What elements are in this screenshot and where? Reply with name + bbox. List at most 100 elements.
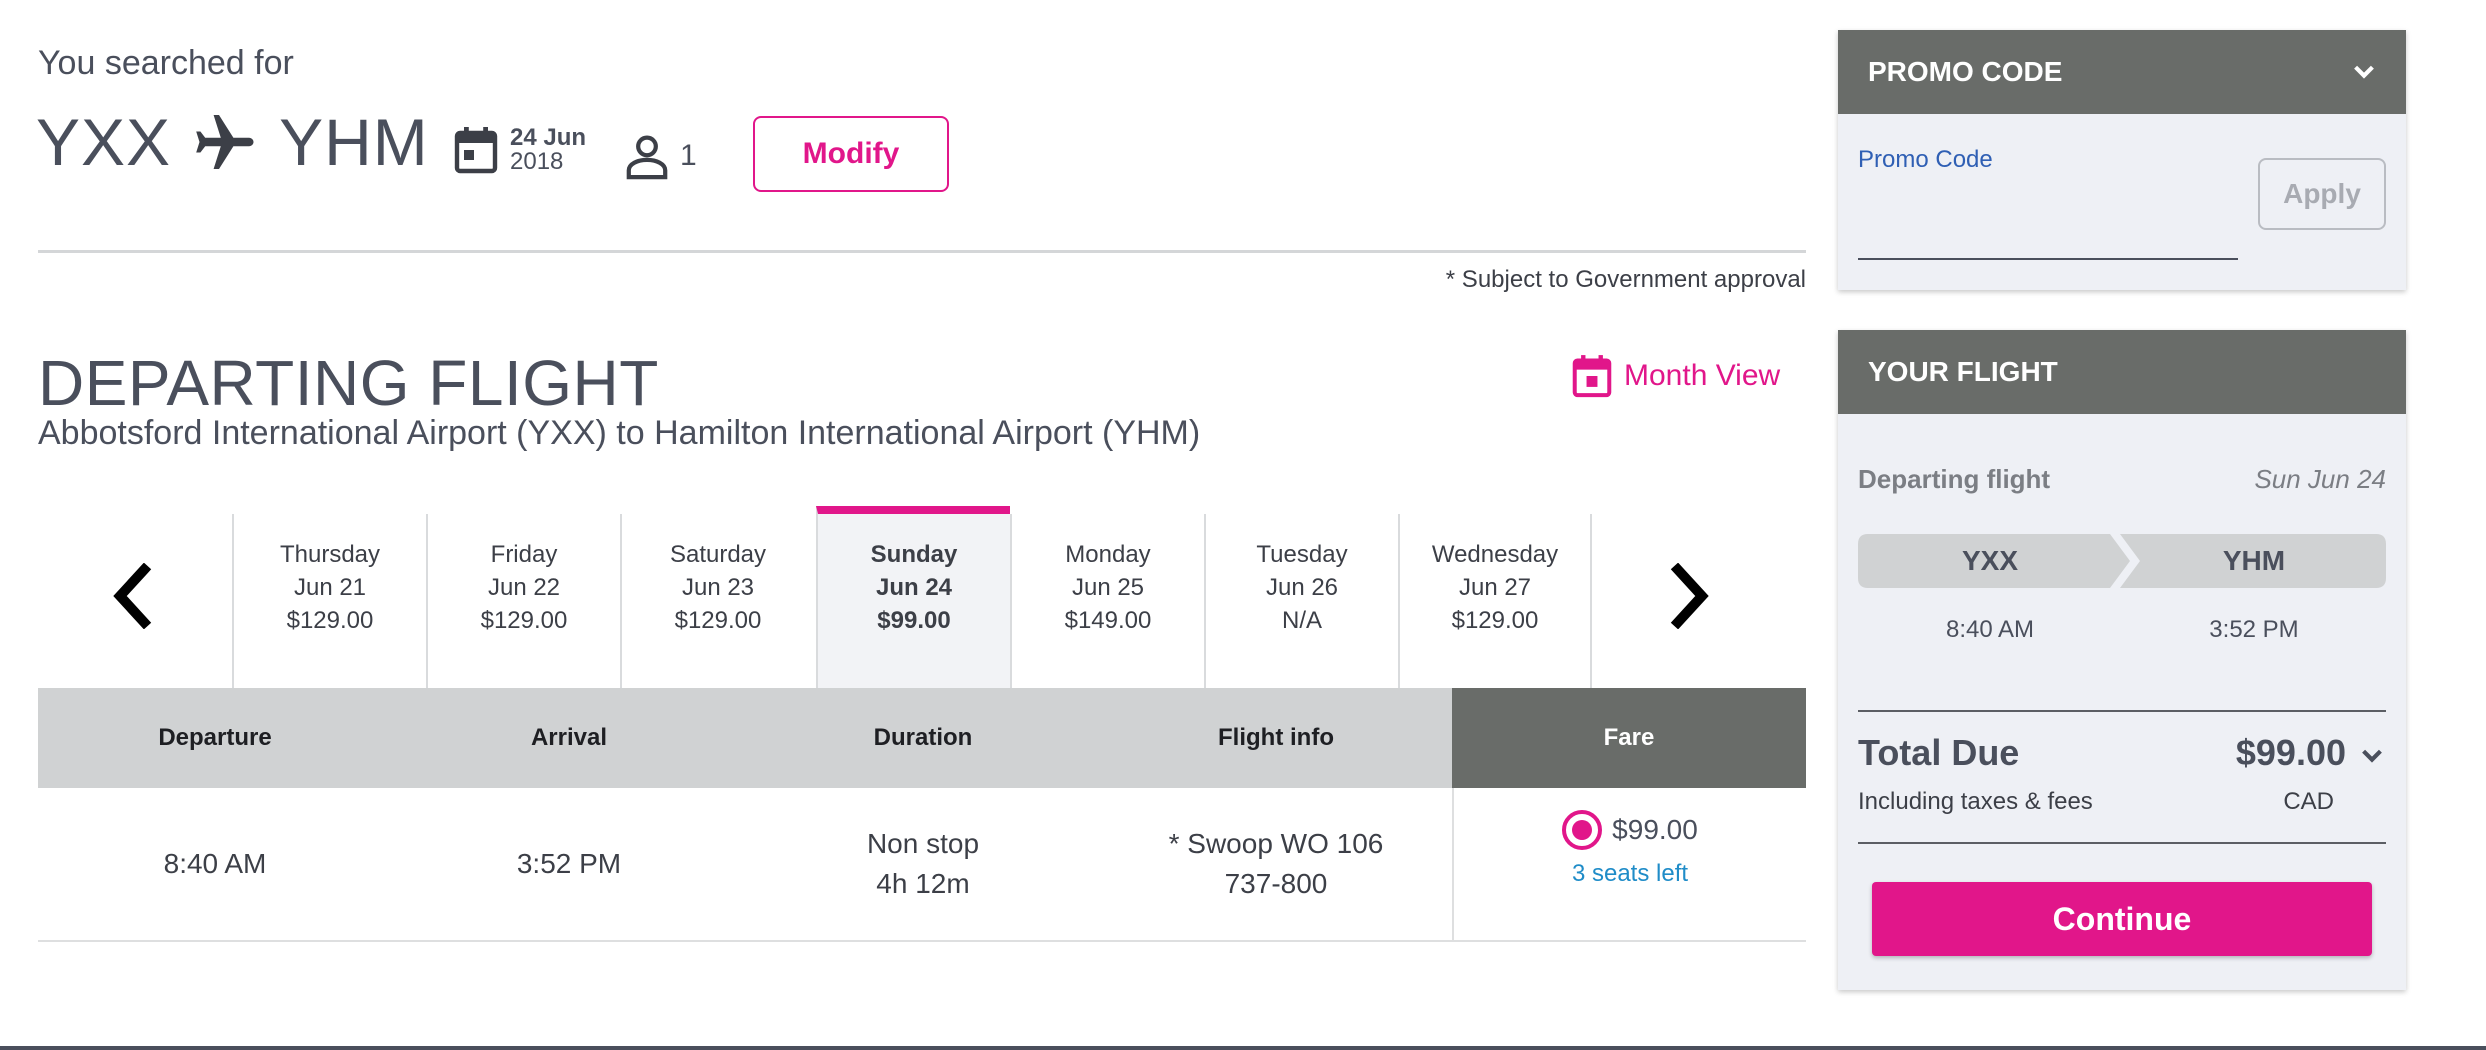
divider bbox=[1858, 710, 2386, 712]
date-tab-weekday: Saturday bbox=[669, 541, 767, 568]
date-tab-weekday: Thursday bbox=[279, 541, 381, 568]
month-view-label: Month View bbox=[1624, 359, 1781, 392]
total-due-amount: $99.00 bbox=[2235, 732, 2346, 773]
search-date: 24 Jun 2018 bbox=[454, 126, 586, 174]
date-tab-weekday: Friday bbox=[490, 541, 558, 568]
route-summary: YXX YHM bbox=[36, 100, 429, 184]
chevron-down-icon bbox=[2354, 65, 2374, 79]
total-due-label: Total Due bbox=[1858, 732, 2020, 773]
seats-left-label: 3 seats left bbox=[1571, 860, 1689, 887]
divider bbox=[38, 250, 1806, 253]
chevron-left-icon bbox=[113, 563, 152, 629]
divider bbox=[1858, 842, 2386, 844]
passenger-count-value: 1 bbox=[680, 139, 697, 172]
origin-code: YXX bbox=[36, 105, 172, 179]
date-tab-price: $129.00 bbox=[286, 607, 374, 634]
summary-destination-code: YHM bbox=[2222, 545, 2286, 576]
duration-value: 4h 12m bbox=[876, 868, 970, 899]
departing-flight-label: Departing flight bbox=[1858, 464, 2051, 494]
date-tab-price: $129.00 bbox=[674, 607, 762, 634]
aircraft-type: 737-800 bbox=[1224, 868, 1328, 899]
next-dates-button[interactable] bbox=[1656, 556, 1726, 636]
month-view-link[interactable]: Month View bbox=[1572, 354, 1780, 398]
date-tab-thursday[interactable]: Thursday Jun 21 $129.00 bbox=[232, 514, 426, 688]
stops-value: Non stop bbox=[866, 828, 980, 859]
date-tab-price: $129.00 bbox=[1451, 607, 1539, 634]
chevron-down-icon[interactable] bbox=[2360, 744, 2384, 768]
modify-button[interactable]: Modify bbox=[753, 116, 949, 192]
flight-table-header: Departure Arrival Duration Flight info F… bbox=[38, 688, 1806, 788]
departure-time-value: 8:40 AM bbox=[163, 848, 267, 879]
departure-time: 8:40 AM bbox=[38, 788, 392, 940]
date-tab-price: $149.00 bbox=[1064, 607, 1152, 634]
your-flight-header: YOUR FLIGHT bbox=[1838, 330, 2406, 414]
date-tab-friday[interactable]: Friday Jun 22 $129.00 bbox=[426, 514, 620, 688]
promo-code-label: Promo Code bbox=[1858, 146, 1993, 173]
government-approval-note: * Subject to Government approval bbox=[1445, 266, 1806, 293]
page-bottom-border bbox=[0, 1046, 2486, 1050]
passenger-count: 1 bbox=[624, 132, 697, 180]
flight-number: * Swoop WO 106 bbox=[1168, 828, 1384, 859]
route-pill: YXX YHM bbox=[1858, 534, 2386, 588]
summary-origin-code: YXX bbox=[1961, 545, 2019, 576]
your-flight-title: YOUR FLIGHT bbox=[1868, 356, 2058, 387]
column-header-flight-info: Flight info bbox=[1218, 724, 1334, 751]
date-selector: Thursday Jun 21 $129.00 Friday Jun 22 $1… bbox=[38, 506, 1806, 688]
date-tab-weekday: Tuesday bbox=[1256, 541, 1348, 568]
date-tab-saturday[interactable]: Saturday Jun 23 $129.00 bbox=[620, 514, 814, 688]
date-tab-weekday: Sunday bbox=[870, 541, 958, 568]
departing-flight-title: DEPARTING FLIGHT bbox=[38, 347, 659, 419]
searched-for-label: You searched for bbox=[38, 44, 294, 82]
summary-depart-time: 8:40 AM bbox=[1945, 616, 2035, 643]
departing-flight-date: Sun Jun 24 bbox=[2254, 464, 2386, 494]
column-header-fare: Fare bbox=[1452, 688, 1806, 788]
date-tab-monday[interactable]: Monday Jun 25 $149.00 bbox=[1010, 514, 1204, 688]
airplane-icon bbox=[196, 115, 254, 169]
table-row: 8:40 AM 3:52 PM Non stop 4h 12m * Swoop … bbox=[38, 788, 1806, 942]
date-tab-weekday: Wednesday bbox=[1431, 541, 1559, 568]
date-tab-weekday: Monday bbox=[1065, 541, 1151, 568]
apply-button[interactable]: Apply bbox=[2258, 158, 2386, 230]
promo-code-header[interactable]: PROMO CODE bbox=[1838, 30, 2406, 114]
date-tab-price: $99.00 bbox=[877, 607, 951, 634]
column-header-departure: Departure bbox=[158, 724, 272, 751]
calendar-icon bbox=[454, 127, 498, 174]
departing-flight-subtitle: Abbotsford International Airport (YXX) t… bbox=[38, 414, 1201, 452]
promo-code-title: PROMO CODE bbox=[1868, 56, 2063, 87]
continue-button[interactable]: Continue bbox=[1872, 882, 2372, 956]
chevron-right-icon bbox=[1670, 563, 1709, 629]
summary-arrive-time: 3:52 PM bbox=[2209, 616, 2299, 643]
search-date-year: 2018 bbox=[510, 148, 564, 175]
previous-dates-button[interactable] bbox=[96, 556, 166, 636]
date-tab-sunday-selected[interactable]: Sunday Jun 24 $99.00 bbox=[816, 506, 1010, 688]
calendar-icon bbox=[1572, 355, 1612, 398]
date-tab-date: Jun 22 bbox=[487, 574, 561, 601]
flight-duration: Non stop 4h 12m bbox=[746, 788, 1100, 940]
date-tab-date: Jun 26 bbox=[1265, 574, 1339, 601]
your-flight-panel: YOUR FLIGHT Departing flight Sun Jun 24 … bbox=[1838, 330, 2406, 990]
flight-info: * Swoop WO 106 737-800 bbox=[1100, 788, 1452, 940]
person-icon bbox=[626, 135, 668, 180]
total-due-currency: CAD bbox=[2283, 788, 2334, 815]
total-due-subtext: Including taxes & fees bbox=[1858, 788, 2093, 815]
date-tab-date: Jun 25 bbox=[1071, 574, 1145, 601]
date-tab-date: Jun 24 bbox=[875, 574, 953, 601]
date-tab-date: Jun 21 bbox=[293, 574, 367, 601]
fare-cell: $99.00 3 seats left bbox=[1452, 788, 1806, 940]
search-date-day: 24 Jun bbox=[510, 124, 587, 151]
date-tab-date: Jun 27 bbox=[1458, 574, 1532, 601]
destination-code: YHM bbox=[279, 105, 429, 179]
fare-radio-selected[interactable] bbox=[1562, 810, 1603, 850]
promo-code-input[interactable] bbox=[1858, 180, 2238, 260]
date-tab-wednesday[interactable]: Wednesday Jun 27 $129.00 bbox=[1398, 514, 1592, 688]
arrival-time-value: 3:52 PM bbox=[516, 848, 622, 879]
date-tab-price: $129.00 bbox=[480, 607, 568, 634]
date-tab-price: N/A bbox=[1281, 607, 1322, 634]
fare-price: $99.00 bbox=[1612, 814, 1698, 845]
date-tab-date: Jun 23 bbox=[681, 574, 755, 601]
date-tab-tuesday[interactable]: Tuesday Jun 26 N/A bbox=[1204, 514, 1398, 688]
column-header-duration: Duration bbox=[873, 724, 973, 751]
arrival-time: 3:52 PM bbox=[392, 788, 746, 940]
column-header-arrival: Arrival bbox=[530, 724, 608, 751]
promo-code-panel: PROMO CODE Promo Code Apply bbox=[1838, 30, 2406, 290]
